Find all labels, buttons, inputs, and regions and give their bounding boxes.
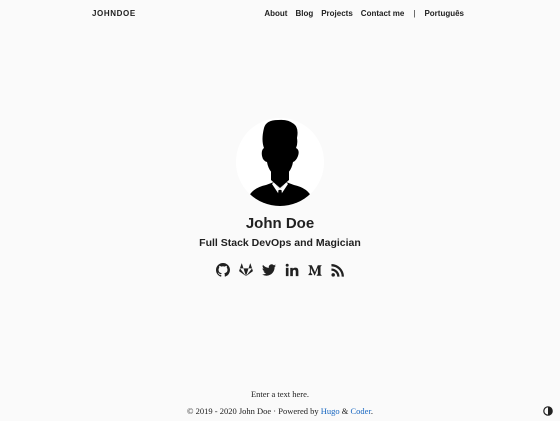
language-switch-link[interactable]: Português xyxy=(424,9,464,18)
coder-link[interactable]: Coder xyxy=(351,406,371,416)
rss-icon xyxy=(330,264,344,277)
site-brand-link[interactable]: JOHNDOE xyxy=(92,9,136,18)
ampersand: & xyxy=(341,406,349,416)
nav-item-about[interactable]: About xyxy=(264,9,287,18)
nav-menu: About Blog Projects Contact me | Portugu… xyxy=(256,9,464,18)
medium-icon xyxy=(307,265,322,276)
profile-name: John Doe xyxy=(245,215,315,232)
twitter-icon xyxy=(261,264,276,276)
nav-item-contact[interactable]: Contact me xyxy=(361,9,405,18)
social-links xyxy=(0,263,560,277)
linkedin-link[interactable] xyxy=(285,263,299,277)
footer-note: Enter a text here. xyxy=(250,389,310,399)
profile-tagline: Full Stack DevOps and Magician xyxy=(199,237,361,249)
top-navigation: JOHNDOE About Blog Projects Contact me |… xyxy=(0,0,560,28)
contrast-icon xyxy=(543,406,553,416)
medium-link[interactable] xyxy=(307,263,322,277)
footer-period: . xyxy=(370,406,373,416)
person-silhouette-icon xyxy=(236,118,324,206)
nav-item-projects[interactable]: Projects xyxy=(321,9,353,18)
hugo-link[interactable]: Hugo xyxy=(321,406,340,416)
nav-item-blog[interactable]: Blog xyxy=(295,9,313,18)
twitter-link[interactable] xyxy=(261,263,276,277)
linkedin-icon xyxy=(285,263,298,277)
footer-copyright: © 2019 - 2020 John Doe · Powered by Hugo… xyxy=(0,406,560,416)
nav-separator: | xyxy=(413,9,416,18)
rss-link[interactable] xyxy=(330,263,345,277)
avatar xyxy=(236,118,324,206)
theme-toggle-button[interactable] xyxy=(543,403,553,416)
github-link[interactable] xyxy=(215,263,230,277)
gitlab-icon xyxy=(238,263,253,277)
github-icon xyxy=(215,263,230,277)
copyright-text: © 2019 - 2020 John Doe · Powered by xyxy=(187,406,319,416)
gitlab-link[interactable] xyxy=(238,263,253,277)
